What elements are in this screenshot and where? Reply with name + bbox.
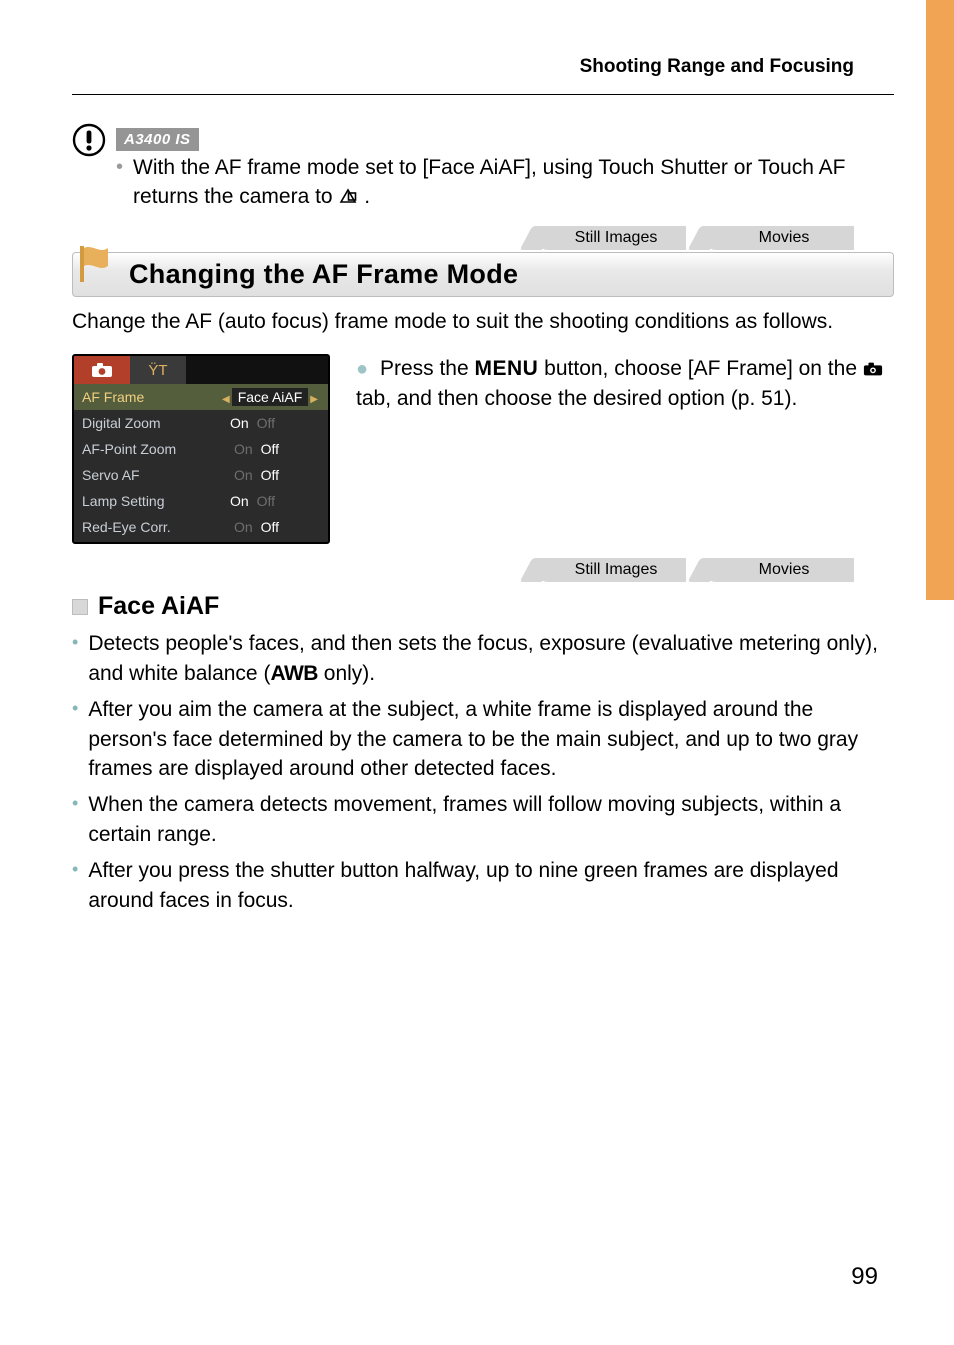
header-rule — [72, 94, 894, 95]
section-heading-bar: Changing the AF Frame Mode — [72, 252, 894, 297]
menu-row: AF-Point ZoomOn Off — [74, 436, 328, 462]
notice-block: A3400 IS • With the AF frame mode set to… — [72, 123, 894, 212]
menu-row-value: On Off — [230, 441, 320, 457]
mode-tags-row: Still Images Movies — [72, 226, 894, 250]
bullet-dot: • — [72, 856, 78, 916]
tag-movies-2: Movies — [704, 558, 854, 582]
section-title: Changing the AF Frame Mode — [129, 259, 518, 289]
menu-row: AF Frame◀Face AiAF▶ — [74, 384, 328, 410]
tools-tab-icon: ŸT — [130, 356, 186, 384]
bullet-dot: • — [72, 790, 78, 850]
menu-row-value: On Off — [230, 493, 320, 509]
bullet-dot: • — [72, 629, 78, 689]
mode-tags-row-2: Still Images Movies — [72, 558, 894, 582]
left-triangle-icon: ◀ — [220, 394, 232, 405]
list-item-text: After you press the shutter button halfw… — [88, 856, 894, 916]
tag-still-images: Still Images — [536, 226, 686, 250]
step-bullet: ● — [356, 358, 368, 380]
menu-row-label: Servo AF — [82, 467, 230, 483]
list-item-text: When the camera detects movement, frames… — [88, 790, 894, 850]
list-item: •After you press the shutter button half… — [72, 856, 894, 916]
caution-icon — [72, 123, 106, 157]
menu-row-value: On Off — [230, 519, 320, 535]
menu-row: Digital ZoomOn Off — [74, 410, 328, 436]
menu-row: Lamp SettingOn Off — [74, 488, 328, 514]
camera-menu-screenshot: ŸT AF Frame◀Face AiAF▶Digital ZoomOn Off… — [72, 354, 330, 544]
heading-square-icon — [72, 599, 88, 615]
list-item: •After you aim the camera at the subject… — [72, 695, 894, 784]
menu-row-label: AF Frame — [82, 389, 220, 405]
tracking-af-icon — [338, 187, 358, 205]
menu-row-value: ◀Face AiAF▶ — [220, 389, 320, 405]
bullet-dot: • — [72, 695, 78, 784]
model-badge: A3400 IS — [116, 128, 199, 151]
menu-row-label: Lamp Setting — [82, 493, 230, 509]
subsection-heading: Face AiAF — [72, 592, 894, 621]
list-item: •Detects people's faces, and then sets t… — [72, 629, 894, 689]
notice-text: With the AF frame mode set to [Face AiAF… — [133, 153, 894, 212]
tag-still-images-2: Still Images — [536, 558, 686, 582]
menu-row-value: On Off — [230, 467, 320, 483]
step-text-1: Press the — [380, 357, 475, 380]
side-accent-bar — [926, 0, 954, 600]
menu-row-label: Red-Eye Corr. — [82, 519, 230, 535]
menu-row-label: AF-Point Zoom — [82, 441, 230, 457]
right-triangle-icon: ▶ — [308, 394, 320, 405]
notice-text-before: With the AF frame mode set to [Face AiAF… — [133, 156, 845, 208]
subsection-title: Face AiAF — [98, 592, 219, 621]
list-item-text: After you aim the camera at the subject,… — [88, 695, 894, 784]
list-item: •When the camera detects movement, frame… — [72, 790, 894, 850]
step-instruction: ● Press the MENU button, choose [AF Fram… — [356, 354, 894, 414]
step-text-3: tab, and then choose the desired option … — [356, 387, 797, 410]
camera-tab-icon — [74, 356, 130, 384]
awb-icon: AWB — [270, 662, 318, 685]
menu-row-value: On Off — [230, 415, 320, 431]
menu-row: Servo AFOn Off — [74, 462, 328, 488]
menu-row: Red-Eye Corr.On Off — [74, 514, 328, 540]
camera-icon — [863, 361, 883, 377]
running-header: Shooting Range and Focusing — [72, 56, 894, 78]
menu-button-word: MENU — [474, 357, 538, 380]
bullet-dot: • — [116, 153, 123, 212]
page-number: 99 — [851, 1263, 878, 1291]
section-flag-icon — [78, 244, 112, 288]
list-item-text: Detects people's faces, and then sets th… — [88, 629, 894, 689]
notice-text-after: . — [364, 185, 370, 208]
tag-movies: Movies — [704, 226, 854, 250]
menu-row-label: Digital Zoom — [82, 415, 230, 431]
section-intro: Change the AF (auto focus) frame mode to… — [72, 307, 894, 336]
step-text-2: button, choose [AF Frame] on the — [538, 357, 863, 380]
bullet-list: •Detects people's faces, and then sets t… — [72, 629, 894, 915]
selected-value: Face AiAF — [232, 388, 309, 406]
